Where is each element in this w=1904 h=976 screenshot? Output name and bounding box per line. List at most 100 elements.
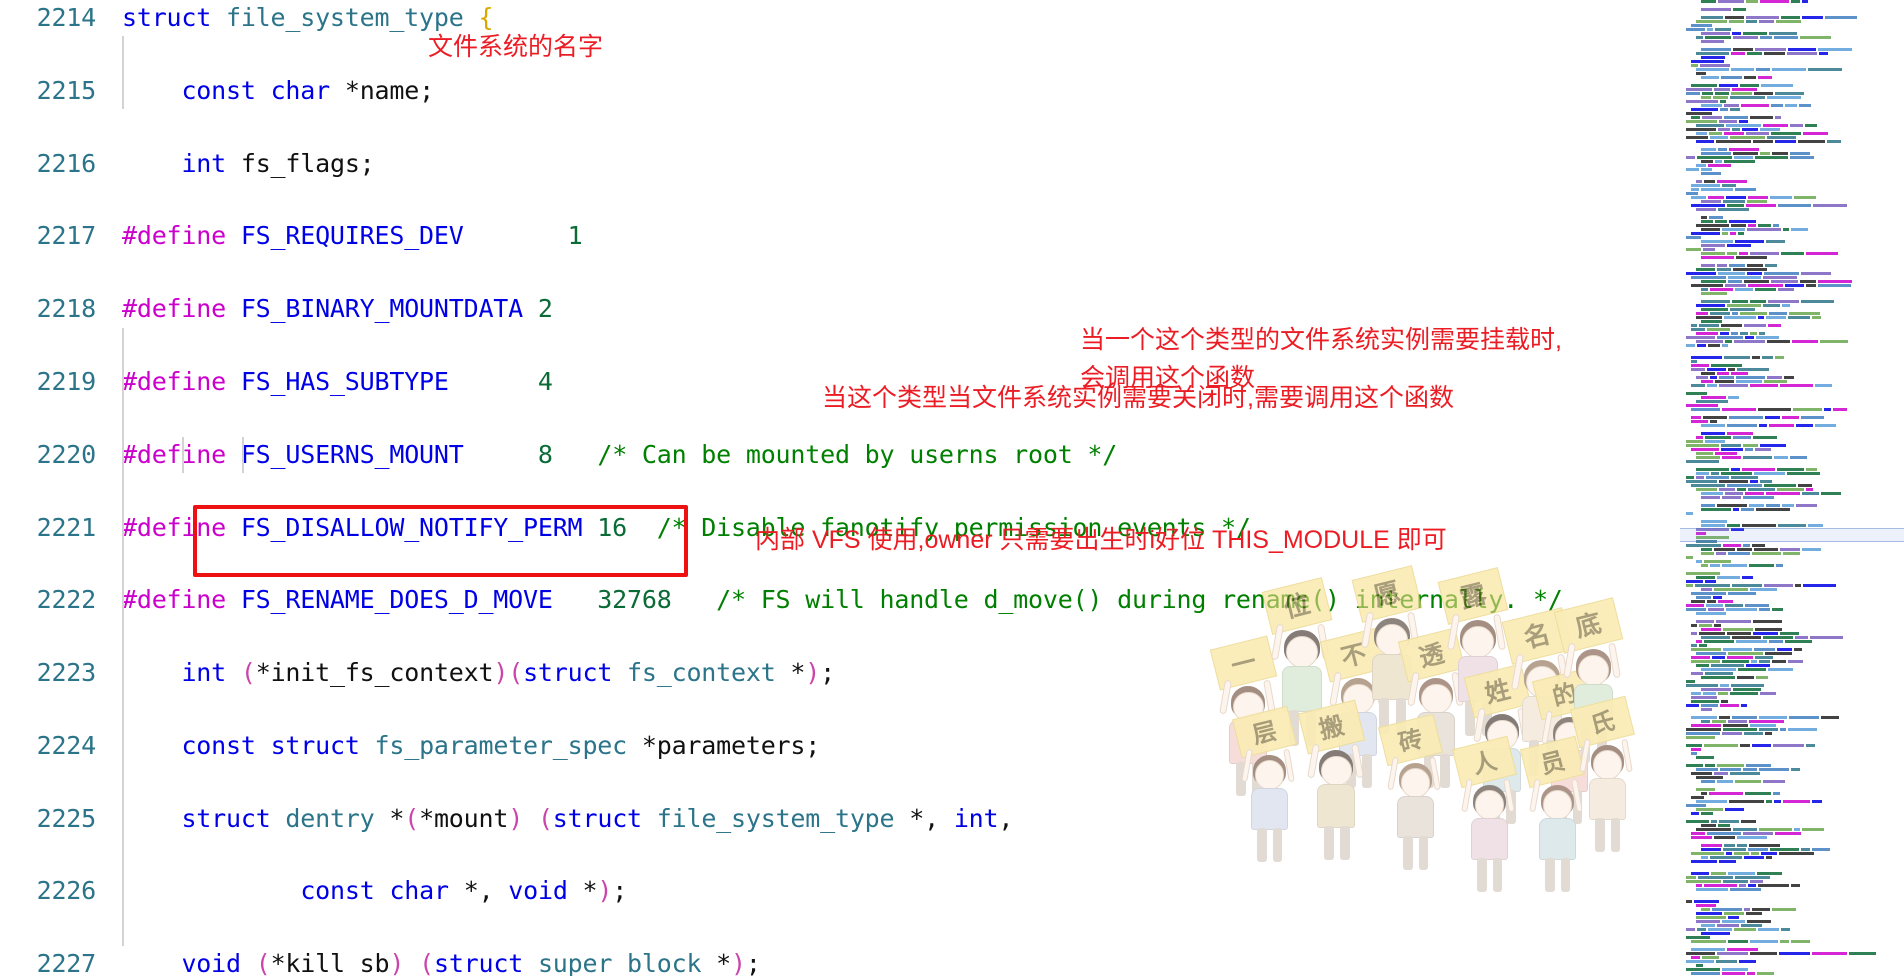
minimap-row	[1680, 52, 1904, 55]
minimap-row	[1680, 340, 1904, 343]
minimap-row	[1680, 588, 1904, 591]
minimap-viewport-slider[interactable]	[1680, 528, 1904, 542]
minimap-row	[1680, 148, 1904, 151]
minimap-row	[1680, 212, 1904, 215]
minimap-row	[1680, 80, 1904, 83]
minimap-row	[1680, 352, 1904, 355]
code-line-text: const char *name;	[181, 75, 434, 105]
code-line[interactable]: 2220 #define FS_USERNS_MOUNT 8 /* Can be …	[0, 437, 1680, 473]
line-number: 2215	[36, 75, 97, 105]
minimap-row	[1680, 564, 1904, 567]
minimap-row	[1680, 756, 1904, 759]
minimap-row	[1680, 460, 1904, 463]
minimap-row	[1680, 580, 1904, 583]
code-line[interactable]: 2216 int fs_flags;	[0, 146, 1680, 182]
indent-guide	[122, 800, 124, 838]
minimap-row	[1680, 764, 1904, 767]
line-number: 2219	[36, 366, 97, 396]
minimap-row	[1680, 436, 1904, 439]
minimap-row	[1680, 712, 1904, 715]
line-number: 2218	[36, 294, 97, 324]
minimap-row	[1680, 688, 1904, 691]
minimap-row	[1680, 132, 1904, 135]
minimap-row	[1680, 308, 1904, 311]
code-editor[interactable]: 2214 struct file_system_type { 2215 const …	[0, 0, 1680, 976]
minimap-row	[1680, 264, 1904, 267]
minimap-row	[1680, 956, 1904, 959]
code-line[interactable]: 2227 void (*kill_sb) (struct super_block…	[0, 946, 1680, 976]
minimap-row	[1680, 176, 1904, 179]
minimap-row	[1680, 188, 1904, 191]
minimap-row	[1680, 556, 1904, 559]
minimap-row	[1680, 620, 1904, 623]
minimap-row	[1680, 636, 1904, 639]
code-lines-container[interactable]: 2214 struct file_system_type { 2215 const …	[0, 0, 1680, 976]
code-line-text: #define FS_BINARY_MOUNTDATA 2	[122, 294, 553, 324]
indent-guide	[122, 764, 124, 801]
minimap-row	[1680, 348, 1904, 351]
minimap-row	[1680, 120, 1904, 123]
indent-guide	[122, 72, 124, 110]
minimap-row	[1680, 708, 1904, 711]
minimap-row	[1680, 860, 1904, 863]
minimap-row	[1680, 364, 1904, 367]
code-line[interactable]: 2223 int (*init_fs_context)(struct fs_co…	[0, 655, 1680, 691]
code-line[interactable]: 2222 #define FS_RENAME_DOES_D_MOVE 32768 …	[0, 582, 1680, 618]
code-line-text: const char *, void *);	[300, 876, 628, 906]
editor-window: 2214 struct file_system_type { 2215 const …	[0, 0, 1904, 976]
indent-guide	[122, 691, 124, 728]
minimap-row	[1680, 420, 1904, 423]
minimap-row	[1680, 596, 1904, 599]
minimap-row	[1680, 748, 1904, 751]
minimap-row	[1680, 388, 1904, 391]
minimap-row	[1680, 816, 1904, 819]
minimap-row	[1680, 64, 1904, 67]
indent-guide	[122, 837, 124, 874]
minimap-row	[1680, 640, 1904, 643]
minimap-row	[1680, 408, 1904, 411]
annotation-owner-text: 内部 VFS 使用,owner 只需要出生时i好位 THIS_MODULE 即可	[755, 526, 1447, 554]
minimap-row	[1680, 356, 1904, 359]
minimap-row	[1680, 656, 1904, 659]
minimap-row	[1680, 116, 1904, 119]
code-line[interactable]: 2225 struct dentry *(*mount) (struct fil…	[0, 801, 1680, 837]
minimap-row	[1680, 124, 1904, 127]
code-minimap[interactable]	[1680, 0, 1904, 976]
minimap-row	[1680, 396, 1904, 399]
code-line[interactable]: 2214 struct file_system_type {	[0, 0, 1680, 36]
line-number: 2227	[36, 949, 97, 976]
minimap-row	[1680, 168, 1904, 171]
minimap-row	[1680, 464, 1904, 467]
line-number: 2224	[36, 730, 97, 760]
minimap-row	[1680, 156, 1904, 159]
code-line[interactable]: 2215 const char *name;	[0, 73, 1680, 109]
code-line-text: int (*init_fs_context)(struct fs_context…	[181, 658, 835, 688]
minimap-row	[1680, 684, 1904, 687]
minimap-row	[1680, 856, 1904, 859]
minimap-row	[1680, 412, 1904, 415]
code-line[interactable]: 2226 const char *, void *);	[0, 873, 1680, 909]
code-line[interactable]: 2224 const struct fs_parameter_spec *par…	[0, 728, 1680, 764]
minimap-row	[1680, 872, 1904, 875]
minimap-row	[1680, 500, 1904, 503]
minimap-row	[1680, 300, 1904, 303]
indent-guide	[122, 36, 124, 73]
minimap-row	[1680, 284, 1904, 287]
minimap-row	[1680, 24, 1904, 27]
minimap-row	[1680, 632, 1904, 635]
minimap-row	[1680, 452, 1904, 455]
minimap-row	[1680, 912, 1904, 915]
minimap-row	[1680, 696, 1904, 699]
minimap-row	[1680, 736, 1904, 739]
minimap-row	[1680, 584, 1904, 587]
minimap-row	[1680, 220, 1904, 223]
code-line[interactable]: 2217 #define FS_REQUIRES_DEV 1	[0, 218, 1680, 254]
minimap-row	[1680, 104, 1904, 107]
minimap-row	[1680, 592, 1904, 595]
minimap-row	[1680, 404, 1904, 407]
code-line[interactable]: 2218 #define FS_BINARY_MOUNTDATA 2	[0, 291, 1680, 327]
minimap-row	[1680, 380, 1904, 383]
minimap-row	[1680, 904, 1904, 907]
code-line-text: #define FS_REQUIRES_DEV 1	[122, 221, 583, 251]
annotation-mount-line1: 当一个这个类型的文件系统实例需要挂载时,	[1080, 326, 1562, 354]
